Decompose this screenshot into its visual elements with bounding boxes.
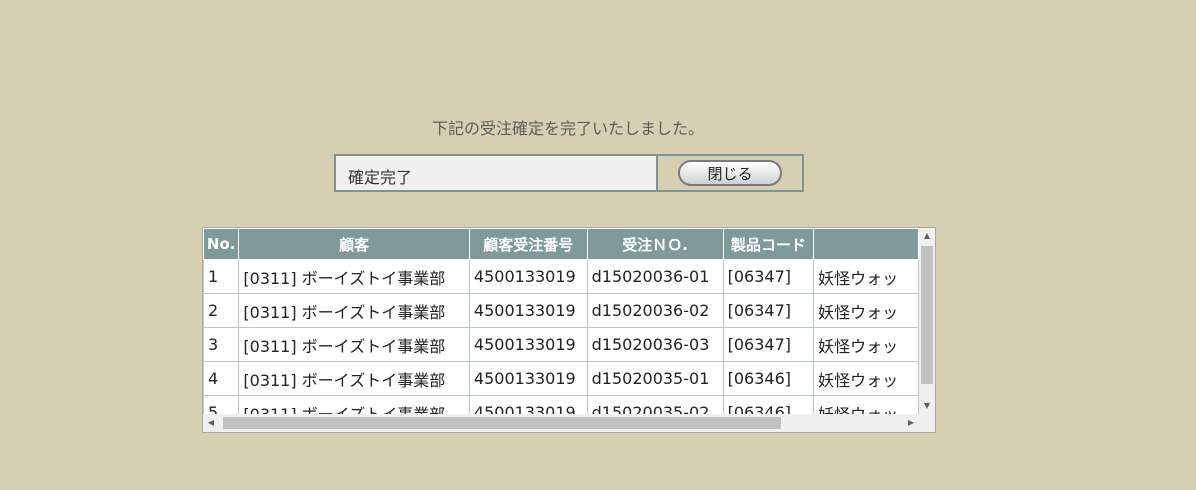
close-button[interactable]: 閉じる [678,160,782,186]
triangle-down-icon[interactable]: ▼ [919,398,935,414]
cell-order-no: d15020036-03 [586,327,724,362]
header-no: No. [203,228,240,260]
cell-order-no: d15020036-01 [586,259,724,294]
table-row[interactable]: 1 [0311] ボーイズトイ事業部 4500133019 d15020036-… [203,259,919,294]
horizontal-scroll-thumb[interactable] [223,417,781,429]
cell-product-code: [06347] [722,259,815,294]
cell-customer: [0311] ボーイズトイ事業部 [238,361,470,396]
table-header-row: No. 顧客 顧客受注番号 受注ＮＯ. 製品コード [203,228,919,260]
close-button-container: 閉じる [658,156,802,190]
cell-order-no: d15020036-02 [586,293,724,328]
order-table-viewport[interactable]: No. 顧客 顧客受注番号 受注ＮＯ. 製品コード 1 [0311] ボーイズト… [203,228,919,414]
cell-no: 4 [203,361,240,396]
header-customer-order-number: 顧客受注番号 [468,228,588,260]
triangle-up-icon[interactable]: ▲ [919,228,935,244]
cell-product-name: 妖怪ウォッ [813,327,919,362]
order-table-frame: No. 顧客 顧客受注番号 受注ＮＯ. 製品コード 1 [0311] ボーイズト… [202,227,936,433]
cell-product-code: [06346] [722,395,815,414]
header-product-name [813,228,919,260]
cell-product-code: [06346] [722,361,815,396]
cell-product-code: [06347] [722,327,815,362]
table-row[interactable]: 5 [0311] ボーイズトイ事業部 4500133019 d15020035-… [203,395,919,414]
cell-product-name: 妖怪ウォッ [813,361,919,396]
cell-no: 3 [203,327,240,362]
cell-customer: [0311] ボーイズトイ事業部 [238,259,470,294]
triangle-left-icon[interactable]: ◀ [203,414,219,432]
cell-no: 2 [203,293,240,328]
vertical-scrollbar[interactable]: ▲ ▼ [919,228,935,414]
table-row[interactable]: 2 [0311] ボーイズトイ事業部 4500133019 d15020036-… [203,293,919,328]
cell-customer-order-number: 4500133019 [468,293,588,328]
cell-customer: [0311] ボーイズトイ事業部 [238,395,470,414]
horizontal-scrollbar[interactable]: ◀ ▶ [203,414,919,432]
cell-customer: [0311] ボーイズトイ事業部 [238,327,470,362]
completion-message: 下記の受注確定を完了いたしました。 [431,119,704,138]
header-order-no: 受注ＮＯ. [586,228,724,260]
cell-no: 5 [203,395,240,414]
cell-customer-order-number: 4500133019 [468,361,588,396]
table-row[interactable]: 4 [0311] ボーイズトイ事業部 4500133019 d15020035-… [203,361,919,396]
cell-product-name: 妖怪ウォッ [813,293,919,328]
status-text: 確定完了 [336,156,658,190]
cell-no: 1 [203,259,240,294]
vertical-scroll-thumb[interactable] [921,246,933,384]
cell-product-name: 妖怪ウォッ [813,259,919,294]
cell-product-code: [06347] [722,293,815,328]
cell-customer-order-number: 4500133019 [468,327,588,362]
header-customer: 顧客 [238,228,470,260]
table-row[interactable]: 3 [0311] ボーイズトイ事業部 4500133019 d15020036-… [203,327,919,362]
cell-customer: [0311] ボーイズトイ事業部 [238,293,470,328]
cell-product-name: 妖怪ウォッ [813,395,919,414]
status-bar: 確定完了 閉じる [334,154,804,192]
header-product-code: 製品コード [722,228,815,260]
cell-customer-order-number: 4500133019 [468,259,588,294]
order-table: No. 顧客 顧客受注番号 受注ＮＯ. 製品コード 1 [0311] ボーイズト… [203,228,919,414]
cell-order-no: d15020035-01 [586,361,724,396]
cell-customer-order-number: 4500133019 [468,395,588,414]
triangle-right-icon[interactable]: ▶ [903,414,919,432]
cell-order-no: d15020035-02 [586,395,724,414]
scrollbar-corner [919,414,935,432]
